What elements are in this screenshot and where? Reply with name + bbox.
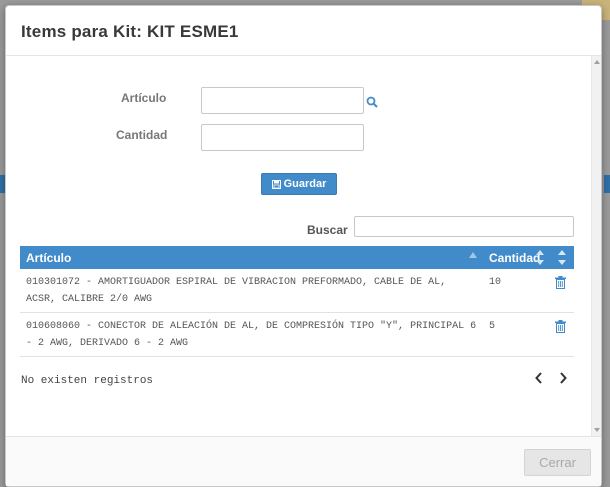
next-page-icon[interactable] [558, 370, 568, 384]
dialog-footer: Cerrar [6, 436, 601, 486]
background-page-bar [604, 175, 610, 193]
scroll-up-icon[interactable] [594, 60, 600, 64]
dialog-title: Items para Kit: KIT ESME1 [21, 22, 239, 41]
kit-items-dialog: Items para Kit: KIT ESME1 Artículo Canti… [5, 5, 602, 487]
cantidad-label: Cantidad [116, 128, 168, 142]
cell-articulo: 010608060 - CONECTOR DE ALEACIÓN DE AL, … [20, 312, 483, 357]
column-header-label: Cantidad [489, 250, 541, 265]
column-header-actions[interactable] [547, 246, 574, 269]
table-row: 010608060 - CONECTOR DE ALEACIÓN DE AL, … [20, 312, 574, 357]
sort-icon [558, 250, 566, 265]
save-button-label: Guardar [283, 178, 327, 190]
column-header-cantidad[interactable]: Cantidad [483, 246, 547, 269]
sort-ascending-icon [469, 252, 477, 258]
cell-cantidad: 10 [483, 269, 547, 313]
dialog-scrollbar[interactable] [591, 56, 601, 436]
delete-cell [547, 312, 574, 357]
cell-cantidad: 5 [483, 312, 547, 357]
search-label: Buscar [307, 223, 348, 237]
pagination [534, 370, 568, 384]
sort-icon [536, 250, 544, 265]
previous-page-icon[interactable] [534, 370, 544, 384]
column-header-label: Artículo [26, 250, 72, 265]
trash-icon[interactable] [555, 320, 566, 333]
table-info: No existen registros [21, 375, 154, 387]
dialog-header: Items para Kit: KIT ESME1 [6, 6, 601, 56]
search-icon[interactable] [366, 93, 380, 108]
close-button[interactable]: Cerrar [524, 449, 591, 476]
articulo-label: Artículo [121, 91, 167, 105]
column-header-articulo[interactable]: Artículo [20, 246, 483, 269]
delete-cell [547, 269, 574, 313]
search-input[interactable] [354, 216, 574, 237]
trash-icon[interactable] [555, 276, 566, 289]
scroll-down-icon[interactable] [594, 428, 600, 432]
save-button[interactable]: Guardar [261, 173, 337, 195]
save-icon [271, 179, 281, 189]
dialog-body: Artículo Cantidad Guardar Buscar Artícul… [6, 56, 592, 436]
cell-articulo: 010301072 - AMORTIGUADOR ESPIRAL DE VIBR… [20, 269, 483, 313]
items-table: Artículo Cantidad 010301072 - AMORTIGUAD… [20, 246, 574, 357]
cantidad-input[interactable] [201, 124, 364, 151]
articulo-input[interactable] [201, 87, 364, 114]
table-row: 010301072 - AMORTIGUADOR ESPIRAL DE VIBR… [20, 269, 574, 313]
